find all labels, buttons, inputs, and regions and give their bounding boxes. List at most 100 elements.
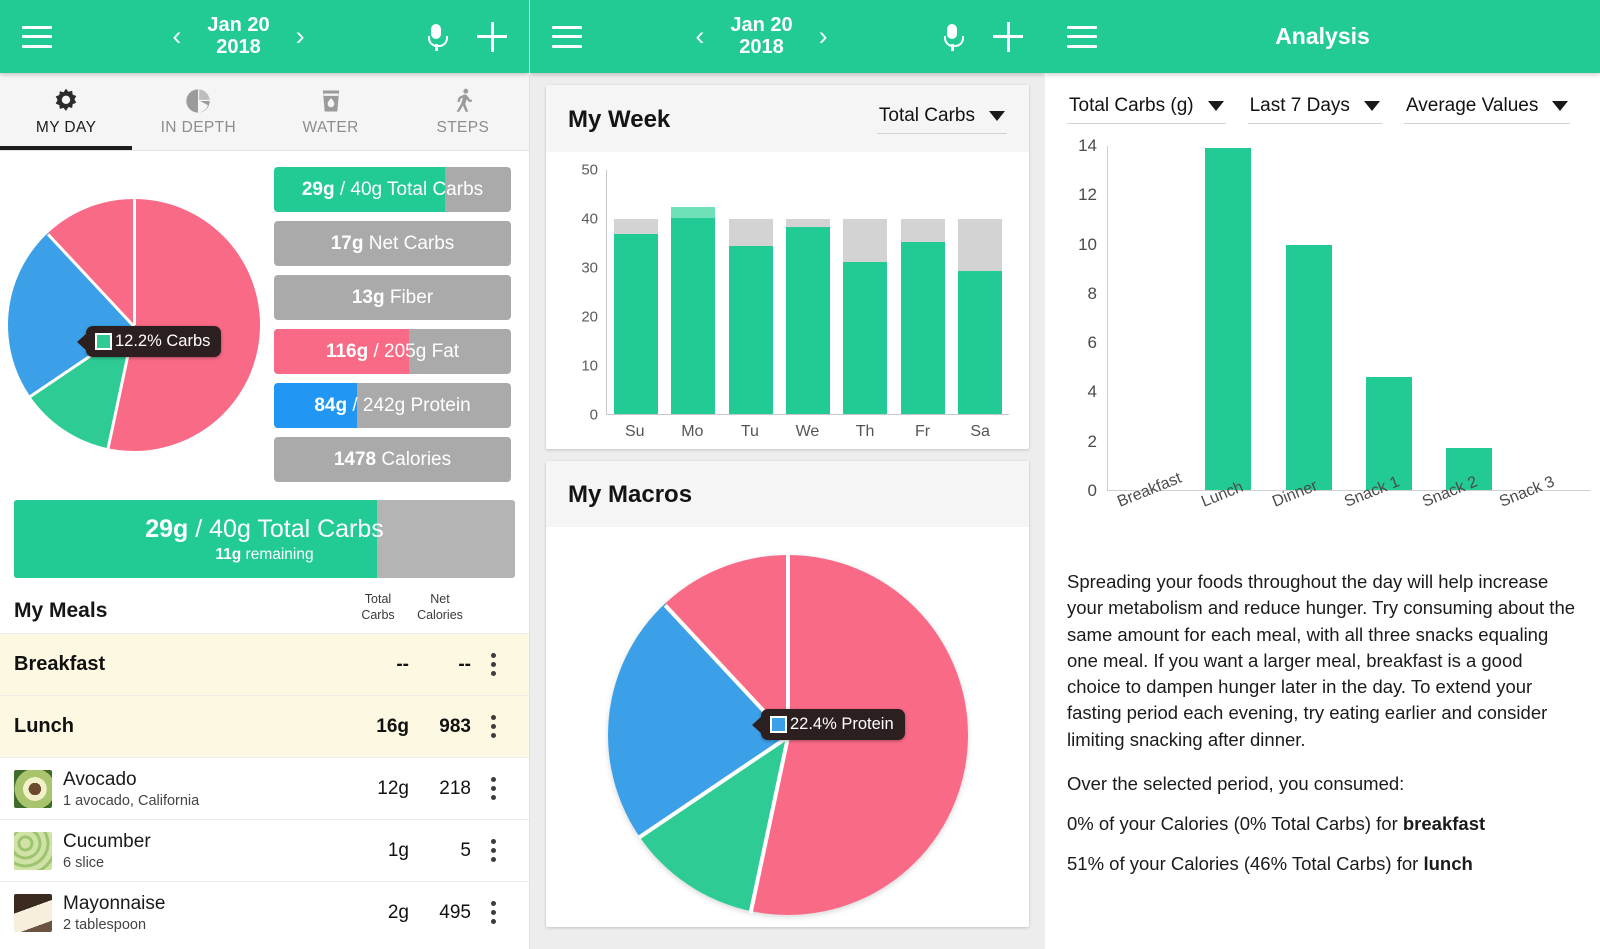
plus-icon[interactable] [477, 21, 507, 52]
macro-bar-protein[interactable]: 84g / 242g Protein [274, 383, 511, 428]
week-bar-su[interactable] [613, 170, 658, 414]
week-bar-fr[interactable] [900, 170, 945, 414]
macro-bar-fiber[interactable]: 13g Fiber [274, 275, 511, 320]
hamburger-icon[interactable] [552, 25, 582, 48]
more-vertical-icon[interactable] [471, 777, 515, 801]
total-carbs-progress-bar[interactable]: 29g / 40g Total Carbs 11g remaining [14, 500, 515, 578]
y-tick-10: 10 [581, 357, 598, 375]
progress-remaining: 11g remaining [215, 545, 314, 563]
tab-steps[interactable]: STEPS [397, 73, 529, 150]
my-macros-pie-chart[interactable]: 22.4% Protein [546, 527, 1029, 927]
macro-bar-total-carbs[interactable]: 29g / 40g Total Carbs [274, 167, 511, 212]
day-macro-pie-chart[interactable]: 12.2% Carbs [0, 167, 268, 482]
filter-aggregation-dropdown[interactable]: Average Values [1403, 95, 1571, 124]
my-macros-card-header: My Macros [546, 461, 1029, 527]
week-bar-tu[interactable] [728, 170, 773, 414]
y-tick-14: 14 [1078, 136, 1097, 155]
tab-in-depth[interactable]: IN DEPTH [132, 73, 264, 150]
table-row[interactable]: Breakfast -- -- [0, 633, 529, 696]
food-calories: 218 [439, 777, 471, 799]
hamburger-icon[interactable] [22, 25, 52, 48]
analysis-bar-snack-3[interactable] [1527, 146, 1573, 490]
macros-pie-tooltip: 22.4% Protein [752, 709, 905, 740]
current-date[interactable]: Jan 20 2018 [730, 13, 793, 58]
y-tick-30: 30 [581, 259, 598, 277]
date-navigator: ‹ Jan 20 2018 › [52, 14, 425, 58]
food-name: Cucumber [63, 830, 151, 852]
table-row[interactable]: Mayonnaise 2 tablespoon 2g 495 [0, 881, 529, 943]
week-metric-label: Total Carbs [878, 105, 975, 126]
more-vertical-icon[interactable] [471, 653, 515, 677]
macro-bar-text: 84g / 242g Protein [314, 394, 471, 416]
date-line-2: 2018 [739, 35, 784, 58]
analysis-body: Total Carbs (g) Last 7 Days Average Valu… [1045, 73, 1600, 949]
macro-bar-text: 1478 Calories [333, 448, 452, 470]
y-tick-50: 50 [581, 161, 598, 179]
tab-water[interactable]: WATER [265, 73, 397, 150]
macro-bar-list: 29g / 40g Total Carbs 17g Net Carbs 13g … [268, 167, 529, 482]
more-vertical-icon[interactable] [471, 839, 515, 863]
food-name: Mayonnaise [63, 892, 166, 914]
macro-bar-net-carbs[interactable]: 17g Net Carbs [274, 221, 511, 266]
mid-appbar: ‹ Jan 20 2018 › [530, 0, 1045, 73]
macros-tooltip-label: 22.4% Protein [790, 715, 894, 733]
week-metric-dropdown[interactable]: Total Carbs [876, 105, 1007, 134]
tab-my-day[interactable]: MY DAY [0, 73, 133, 150]
analysis-bar-snack-1[interactable] [1366, 146, 1413, 490]
sun-icon [55, 88, 77, 111]
macro-bar-fat[interactable]: 116g / 205g Fat [274, 329, 511, 374]
analysis-bar-snack-2[interactable] [1446, 146, 1493, 490]
week-bar-we[interactable] [785, 170, 830, 414]
analysis-bar-chart[interactable]: 14 12 10 8 6 4 2 0 Breakfast Lunch Dinne… [1045, 124, 1600, 551]
filter-period-dropdown[interactable]: Last 7 Days [1247, 95, 1382, 124]
chevron-left-icon[interactable]: ‹ [172, 23, 181, 50]
week-bar-mo[interactable] [671, 170, 716, 414]
pie-tooltip-label: 12.2% Carbs [115, 332, 211, 350]
tab-my-day-label: MY DAY [35, 118, 97, 136]
analysis-bar-breakfast[interactable] [1125, 146, 1171, 490]
hamburger-icon[interactable] [1067, 25, 1097, 48]
analysis-appbar: Analysis [1045, 0, 1600, 73]
plus-icon[interactable] [993, 21, 1023, 52]
cucumber-thumbnail [14, 831, 52, 870]
analysis-bar-dinner[interactable] [1285, 146, 1332, 490]
macro-bar-calories[interactable]: 1478 Calories [274, 437, 511, 482]
walking-icon [456, 88, 472, 112]
analysis-title: Analysis [1275, 23, 1370, 49]
more-vertical-icon[interactable] [471, 715, 515, 739]
value-bar [1366, 376, 1413, 490]
meal-calories: 983 [439, 715, 471, 737]
date-line-2: 2018 [216, 35, 261, 58]
chevron-right-icon[interactable]: › [819, 23, 828, 50]
chevron-down-icon [1207, 101, 1224, 111]
my-week-card-header: My Week Total Carbs [546, 85, 1029, 152]
value-bar [900, 242, 945, 414]
chevron-down-icon [1363, 101, 1380, 111]
analysis-x-axis: Breakfast Lunch Dinner Snack 1 Snack 2 S… [1107, 470, 1590, 551]
chevron-right-icon[interactable]: › [296, 23, 305, 50]
my-week-bar-chart[interactable]: 50 40 30 20 10 0 Su Mo Tu We Th Fr Sa [546, 152, 1029, 449]
food-serving: 2 tablespoon [63, 916, 147, 933]
current-date[interactable]: Jan 20 2018 [207, 14, 269, 58]
table-row[interactable]: Cucumber 6 slice 1g 5 [0, 819, 529, 881]
date-line-1: Jan 20 [730, 13, 793, 36]
value-bar [1205, 148, 1252, 490]
analysis-plot-area: 14 12 10 8 6 4 2 0 [1055, 136, 1590, 500]
table-row[interactable]: Avocado 1 avocado, California 12g 218 [0, 757, 529, 819]
pie-separator [748, 736, 790, 914]
week-bar-sa[interactable] [958, 170, 1003, 414]
analysis-bar-lunch[interactable] [1205, 146, 1252, 490]
food-name-cell: Cucumber 6 slice [14, 831, 347, 871]
food-carbs: 12g [377, 777, 409, 799]
microphone-icon[interactable] [941, 22, 964, 52]
meal-name-cell: Lunch [14, 715, 347, 738]
chevron-left-icon[interactable]: ‹ [695, 23, 704, 50]
table-row[interactable]: Lunch 16g 983 [0, 695, 529, 758]
value-bar [613, 234, 658, 414]
microphone-icon[interactable] [425, 22, 448, 52]
filter-metric-dropdown[interactable]: Total Carbs (g) [1067, 95, 1226, 124]
more-vertical-icon[interactable] [471, 901, 515, 925]
pie-chart-icon [186, 88, 211, 113]
tab-water-label: WATER [302, 118, 359, 136]
week-bar-th[interactable] [843, 170, 888, 414]
